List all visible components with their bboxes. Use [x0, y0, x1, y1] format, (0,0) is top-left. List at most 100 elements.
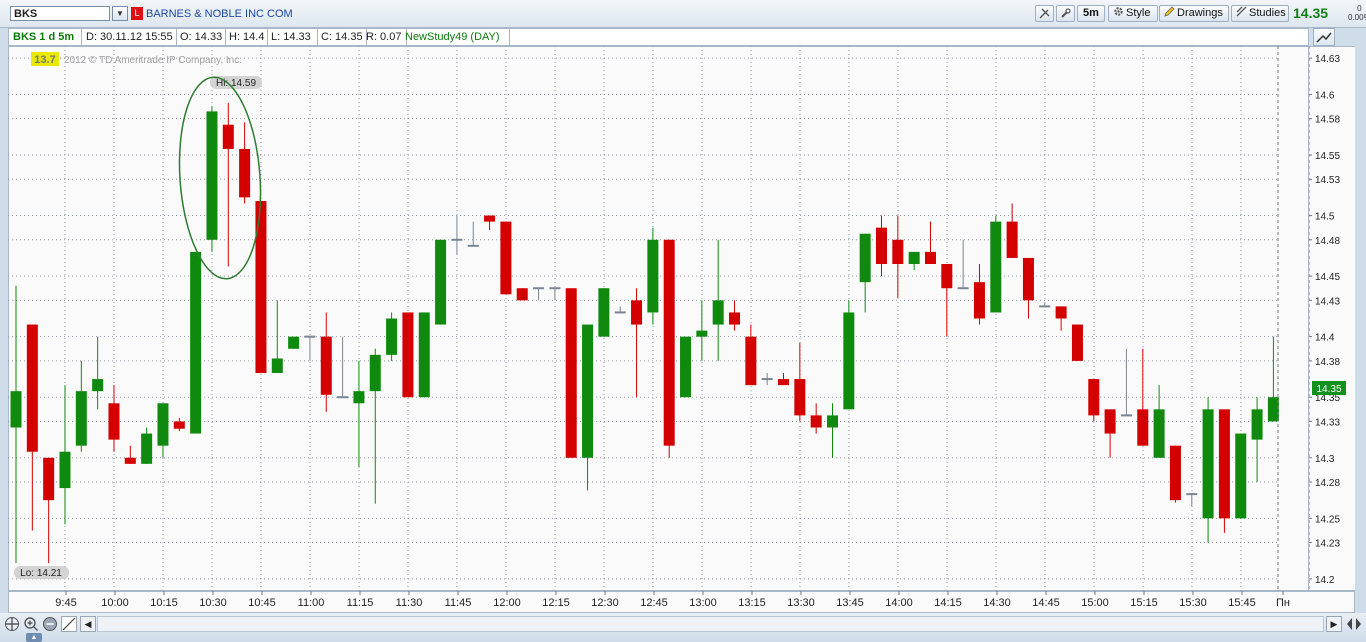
candle — [418, 312, 430, 398]
candle-body — [92, 379, 104, 392]
alert-flag-icon[interactable]: L — [131, 7, 143, 20]
price-tick-label: 14.33 — [1315, 417, 1340, 428]
candle-body — [157, 403, 169, 446]
time-tick-label: Пн — [1276, 597, 1290, 609]
candle — [1055, 306, 1067, 331]
candle — [500, 221, 512, 295]
candle — [1120, 348, 1132, 417]
time-tick-label: 11:45 — [445, 597, 472, 609]
scroll-left-button[interactable]: ◀ — [80, 616, 96, 632]
collapse-panel-icon[interactable]: ▲ — [26, 633, 42, 642]
candle-body — [500, 221, 512, 295]
candle — [353, 360, 365, 468]
last-price: 14.35 — [1293, 5, 1329, 21]
candle — [173, 417, 185, 432]
copyright-text: 2012 © TD Ameritrade IP Company, Inc. — [64, 55, 242, 66]
candle — [696, 300, 708, 361]
chart-settings-button[interactable] — [1313, 28, 1335, 46]
crosshair-tools-button[interactable] — [1035, 5, 1054, 22]
candle-body — [353, 391, 365, 404]
candle — [1235, 433, 1247, 519]
candle-body — [43, 457, 55, 501]
candle — [680, 336, 692, 398]
time-tick-label: 10:45 — [248, 597, 276, 609]
price-tick-label: 14.48 — [1315, 236, 1340, 247]
candle-body — [1137, 409, 1149, 446]
candle-body — [1022, 257, 1034, 301]
study-label[interactable]: NewStudy49 (DAY) — [401, 29, 510, 45]
candle — [288, 336, 300, 349]
price-axis[interactable]: 14.63 14.6 14.58 14.55 14.53 14.5 14.48 14.45 14… — [1309, 46, 1355, 591]
timeframe-button[interactable]: 5m — [1077, 5, 1105, 22]
symbol-dropdown-button[interactable]: ▼ — [112, 6, 128, 21]
symbol-input[interactable]: BKS — [10, 6, 110, 21]
candle-body — [141, 433, 153, 464]
draw-line-icon[interactable] — [61, 616, 77, 632]
quote-info-strip: BKS 1 d 5m D: 30.11.12 15:55 O: 14.33 H:… — [8, 28, 1309, 46]
candle-body — [941, 264, 953, 289]
time-tick-label: 13:30 — [787, 597, 815, 609]
time-tick-label: 10:30 — [199, 597, 227, 609]
candle-body — [1169, 445, 1181, 501]
candle-body — [712, 300, 724, 325]
candle — [239, 122, 251, 204]
candle — [1039, 302, 1051, 308]
price-tick-label: 14.28 — [1315, 478, 1340, 489]
candle — [190, 251, 202, 434]
candle — [810, 403, 822, 434]
candle-body — [435, 239, 447, 325]
price-chart-area[interactable]: Hi: 14.59 Lo: 14.21 13.7 2012 © TD Ameri… — [8, 46, 1309, 591]
price-tick-label: 14.63 — [1315, 54, 1340, 65]
zoom-in-icon[interactable] — [23, 616, 39, 632]
time-axis[interactable]: 9:45 10:00 10:15 10:30 10:45 11:00 11:15 11:30 1… — [8, 591, 1355, 613]
time-tick-label: 14:00 — [885, 597, 913, 609]
highlight-ellipse[interactable] — [173, 74, 267, 281]
candle — [582, 324, 594, 491]
price-tick-label: 14.38 — [1315, 357, 1340, 368]
candle-body — [908, 251, 920, 264]
candle — [565, 288, 577, 458]
candle-body — [75, 391, 87, 446]
price-tick-label: 14.55 — [1315, 151, 1340, 162]
candle — [712, 239, 724, 361]
time-tick-label: 12:15 — [542, 597, 570, 609]
time-tick-label: 15:30 — [1179, 597, 1207, 609]
studies-label: Studies — [1249, 7, 1286, 19]
drawings-label: Drawings — [1177, 7, 1223, 19]
candle — [157, 403, 169, 458]
style-button[interactable]: Style — [1108, 5, 1158, 22]
candle — [859, 233, 871, 313]
candle — [1267, 336, 1279, 422]
zoom-out-icon[interactable] — [42, 616, 58, 632]
chart-symbol-desc[interactable]: BKS 1 d 5m — [9, 29, 82, 45]
candle — [924, 221, 936, 264]
candle-body — [108, 403, 120, 440]
drawings-button[interactable]: Drawings — [1159, 5, 1229, 22]
candle — [957, 239, 969, 290]
candle — [1137, 348, 1149, 446]
bar-close: C: 14.35 — [317, 29, 367, 45]
candle — [369, 348, 381, 504]
net-change: 0 — [1357, 4, 1362, 13]
candle — [990, 215, 1002, 313]
wrench-button[interactable] — [1056, 5, 1075, 22]
candle-body — [778, 379, 790, 386]
time-tick-label: 12:00 — [493, 597, 521, 609]
bar-high: H: 14.4 — [225, 29, 268, 45]
horizontal-scrollbar[interactable] — [97, 616, 1324, 632]
expand-chart-icon[interactable] — [1346, 616, 1362, 632]
candle-body — [239, 148, 251, 198]
time-tick-label: 11:30 — [396, 597, 423, 609]
candle-body — [582, 324, 594, 458]
candle — [10, 285, 22, 564]
candle — [647, 227, 659, 325]
candle — [206, 106, 218, 252]
candle-body — [10, 391, 22, 428]
studies-button[interactable]: Studies — [1231, 5, 1289, 22]
candle-body — [565, 288, 577, 458]
pan-icon[interactable] — [4, 616, 20, 632]
candle — [516, 288, 528, 301]
scroll-right-button[interactable]: ▶ — [1326, 616, 1342, 632]
candle-body — [271, 358, 283, 373]
candle-body — [1218, 409, 1230, 519]
